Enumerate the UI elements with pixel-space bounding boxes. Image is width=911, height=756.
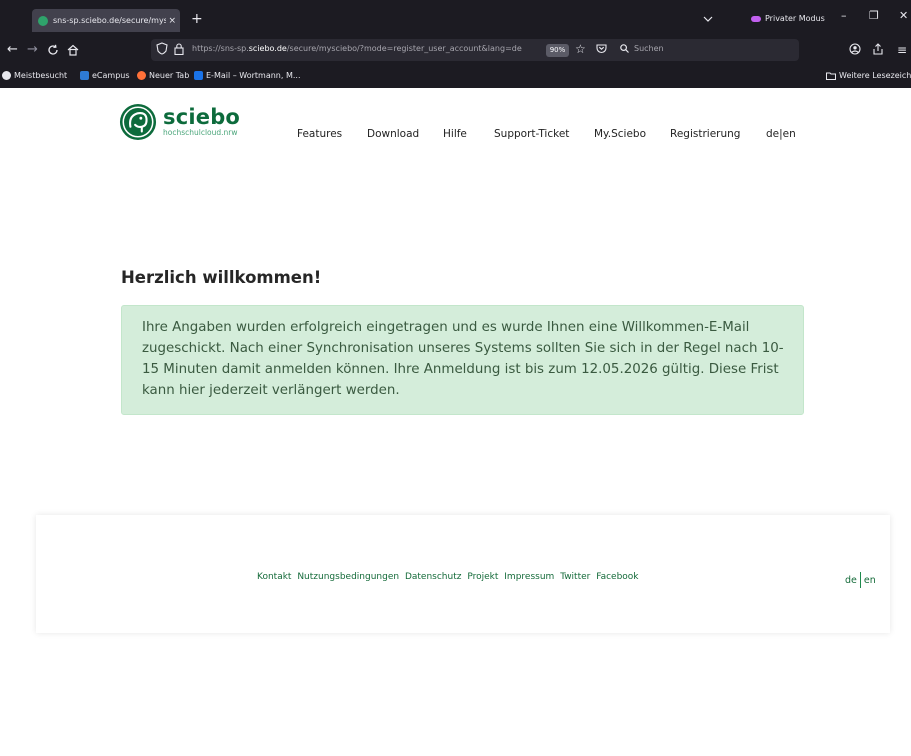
bookmark-item[interactable]: E-Mail – Wortmann, M... — [194, 71, 301, 80]
url-bar[interactable]: https://sns-sp.sciebo.de/secure/mysciebo… — [151, 39, 799, 61]
search-icon — [620, 44, 629, 53]
search-placeholder: Suchen — [634, 44, 664, 53]
logo-name: sciebo — [163, 105, 241, 129]
tracking-shield-icon[interactable] — [156, 42, 168, 55]
tab-title: sns-sp.sciebo.de/secure/mysciebo — [53, 16, 167, 25]
nav-download[interactable]: Download — [367, 128, 419, 140]
footer-links: Kontakt Nutzungsbedingungen Datenschutz … — [257, 572, 642, 582]
folder-icon — [826, 72, 836, 80]
bookmark-label: Meistbesucht — [14, 71, 68, 80]
nav-hilfe[interactable]: Hilfe — [443, 128, 467, 140]
site-footer: Kontakt Nutzungsbedingungen Datenschutz … — [36, 515, 890, 633]
new-tab-button[interactable]: + — [191, 12, 203, 26]
footer-link-projekt[interactable]: Projekt — [467, 572, 498, 582]
footer-link-impressum[interactable]: Impressum — [504, 572, 554, 582]
other-bookmarks-folder[interactable]: Weitere Lesezeichen — [826, 71, 911, 80]
bookmarks-bar: Meistbesucht eCampus Neuer Tab E-Mail – … — [0, 67, 911, 87]
nav-my-sciebo[interactable]: My.Sciebo — [594, 128, 646, 140]
window-close-button[interactable]: ✕ — [899, 10, 908, 22]
web-page: sciebo hochschulcloud.nrw Features Downl… — [0, 88, 911, 756]
footer-lang-en[interactable]: en — [864, 575, 876, 586]
bookmark-star-icon[interactable]: ☆ — [575, 42, 586, 56]
navigation-toolbar: ← → https://sns-sp.sciebo.de/secure/mysc… — [0, 35, 911, 65]
footer-lang-divider — [859, 572, 861, 588]
search-field[interactable]: Suchen — [620, 44, 664, 53]
footer-link-kontakt[interactable]: Kontakt — [257, 572, 291, 582]
nav-support-ticket[interactable]: Support-Ticket — [494, 128, 569, 140]
footer-link-facebook[interactable]: Facebook — [596, 572, 638, 582]
bookmark-label: Neuer Tab — [149, 71, 190, 80]
reload-icon[interactable] — [47, 44, 59, 56]
nav-registrierung[interactable]: Registrierung — [670, 128, 740, 140]
footer-link-nutzungsbedingungen[interactable]: Nutzungsbedingungen — [297, 572, 399, 582]
chevron-down-icon[interactable] — [703, 14, 713, 24]
browser-chrome: sns-sp.sciebo.de/secure/mysciebo × + Pri… — [0, 0, 911, 88]
url-host: sciebo.de — [248, 44, 287, 53]
bookmark-item[interactable]: eCampus — [80, 71, 130, 80]
firefox-icon — [137, 71, 146, 80]
url-text[interactable]: https://sns-sp.sciebo.de/secure/mysciebo… — [192, 44, 522, 53]
mail-icon — [194, 71, 203, 80]
main-navigation: Features Download Hilfe Support-Ticket M… — [0, 128, 911, 144]
share-icon[interactable] — [872, 43, 884, 55]
footer-language-switch: de en — [845, 572, 876, 588]
pocket-icon[interactable] — [596, 43, 607, 54]
other-bookmarks-label: Weitere Lesezeichen — [839, 71, 911, 80]
forward-arrow-icon[interactable]: → — [27, 43, 38, 57]
private-mode-indicator: Privater Modus — [751, 14, 825, 23]
back-arrow-icon[interactable]: ← — [7, 43, 18, 57]
private-mode-label: Privater Modus — [765, 14, 825, 23]
success-message: Ihre Angaben wurden erfolgreich eingetra… — [142, 320, 784, 398]
active-tab[interactable]: sns-sp.sciebo.de/secure/mysciebo × — [32, 9, 180, 32]
lock-icon[interactable] — [174, 43, 184, 55]
site-favicon-icon — [38, 15, 48, 26]
gear-icon — [2, 71, 11, 80]
url-path: /secure/mysciebo/?mode=register_user_acc… — [286, 44, 522, 53]
bookmark-label: E-Mail – Wortmann, M... — [206, 71, 301, 80]
tab-close-icon[interactable]: × — [168, 16, 176, 26]
nav-features[interactable]: Features — [297, 128, 342, 140]
zoom-level-badge[interactable]: 90% — [546, 44, 569, 57]
bookmark-item[interactable]: Neuer Tab — [137, 71, 189, 80]
nav-language-switch[interactable]: de|en — [766, 128, 796, 140]
success-alert: Ihre Angaben wurden erfolgreich eingetra… — [121, 305, 804, 415]
window-minimize-button[interactable]: – — [841, 10, 847, 22]
bookmark-item[interactable]: Meistbesucht — [2, 71, 67, 80]
url-prefix: https://sns-sp. — [192, 44, 249, 53]
bookmark-label: eCampus — [92, 71, 130, 80]
hamburger-menu-icon[interactable]: ≡ — [897, 43, 907, 57]
tab-bar: sns-sp.sciebo.de/secure/mysciebo × + Pri… — [0, 0, 911, 32]
account-icon[interactable] — [849, 43, 861, 55]
footer-lang-de[interactable]: de — [845, 575, 857, 586]
page-title: Herzlich willkommen! — [121, 268, 322, 287]
home-icon[interactable] — [67, 44, 79, 56]
private-mask-icon — [751, 15, 761, 22]
ecampus-icon — [80, 71, 89, 80]
footer-link-datenschutz[interactable]: Datenschutz — [405, 572, 462, 582]
footer-link-twitter[interactable]: Twitter — [560, 572, 590, 582]
window-maximize-button[interactable]: ❐ — [869, 10, 879, 22]
